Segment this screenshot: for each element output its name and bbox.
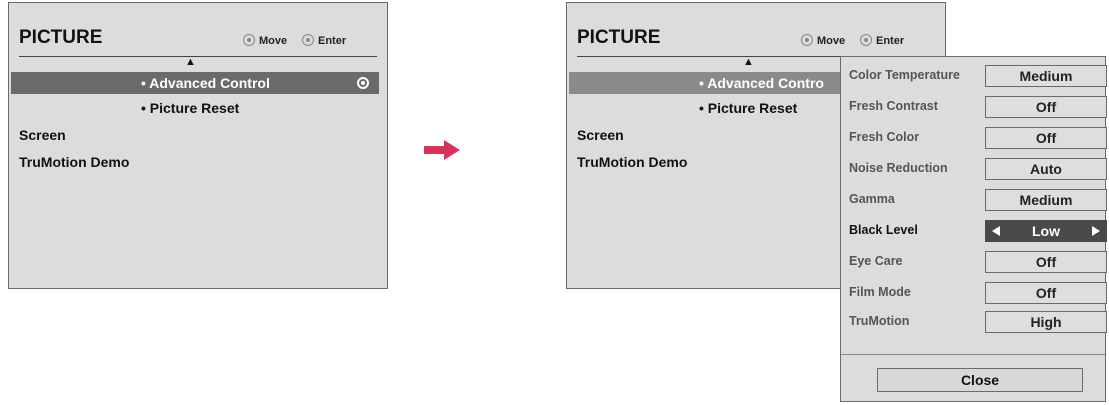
menu-item-label: • Picture Reset <box>699 100 798 116</box>
enter-hint: Enter <box>860 34 904 47</box>
setting-row-fresh-color[interactable]: Fresh Color Off <box>849 127 1107 149</box>
setting-label: Fresh Color <box>849 130 920 144</box>
menu-title: PICTURE <box>19 27 103 48</box>
right-arrow-icon[interactable] <box>1092 226 1100 236</box>
setting-row-fresh-contrast[interactable]: Fresh Contrast Off <box>849 96 1107 118</box>
setting-value[interactable]: Medium <box>985 65 1107 87</box>
setting-value[interactable]: Off <box>985 96 1107 118</box>
move-icon <box>801 34 813 46</box>
enter-icon <box>860 34 872 46</box>
move-hint: Move <box>243 34 287 47</box>
menu-item-label: • Advanced Control <box>141 75 270 91</box>
menu-item-label: TruMotion Demo <box>577 154 688 170</box>
left-arrow-icon[interactable] <box>992 226 1000 236</box>
setting-label: Black Level <box>849 223 918 237</box>
move-label: Move <box>259 35 288 47</box>
header-divider <box>19 56 377 57</box>
setting-row-film-mode[interactable]: Film Mode Off <box>849 282 1107 304</box>
enter-label: Enter <box>318 35 347 47</box>
setting-value[interactable]: Auto <box>985 158 1107 180</box>
setting-row-noise-reduction[interactable]: Noise Reduction Auto <box>849 158 1107 180</box>
setting-label: Film Mode <box>849 285 911 299</box>
menu-item-label: TruMotion Demo <box>19 154 130 170</box>
move-hint: Move <box>801 34 845 47</box>
enter-label: Enter <box>876 35 905 47</box>
menu-item-trumotion-demo[interactable]: TruMotion Demo <box>577 151 687 173</box>
setting-value[interactable]: Off <box>985 282 1107 304</box>
setting-row-black-level[interactable]: Black Level Low <box>849 220 1107 242</box>
setting-label: Eye Care <box>849 254 903 268</box>
scroll-up-icon[interactable]: ▲ <box>185 57 196 68</box>
setting-row-eye-care[interactable]: Eye Care Off <box>849 251 1107 273</box>
enter-radio-icon <box>357 77 369 89</box>
menu-header: PICTURE Move Enter <box>567 3 945 56</box>
setting-value[interactable]: Medium <box>985 189 1107 211</box>
menu-header: PICTURE Move Enter <box>9 3 387 56</box>
setting-row-color-temperature[interactable]: Color Temperature Medium <box>849 65 1107 87</box>
setting-label: TruMotion <box>849 314 910 328</box>
setting-row-gamma[interactable]: Gamma Medium <box>849 189 1107 211</box>
close-button[interactable]: Close <box>877 368 1083 392</box>
setting-row-trumotion[interactable]: TruMotion High <box>849 311 1107 333</box>
menu-item-screen[interactable]: Screen <box>577 124 624 146</box>
submenu-divider <box>841 354 1105 355</box>
move-icon <box>243 34 255 46</box>
menu-item-label: • Advanced Contro <box>699 75 824 91</box>
enter-hint: Enter <box>302 34 346 47</box>
menu-title: PICTURE <box>577 27 661 48</box>
setting-value[interactable]: Off <box>985 251 1107 273</box>
advanced-control-submenu: Color Temperature Medium Fresh Contrast … <box>840 56 1107 402</box>
menu-item-label: Screen <box>577 127 624 143</box>
setting-label: Fresh Contrast <box>849 99 938 113</box>
setting-value[interactable]: Off <box>985 127 1107 149</box>
setting-value-selector[interactable]: Low <box>985 220 1107 242</box>
menu-item-advanced-control[interactable]: • Advanced Control <box>11 72 379 94</box>
transition-arrow-icon <box>422 140 462 160</box>
setting-value: Low <box>1032 223 1060 239</box>
menu-item-label: Screen <box>19 127 66 143</box>
menu-item-screen[interactable]: Screen <box>19 124 66 146</box>
menu-item-label: • Picture Reset <box>141 100 240 116</box>
left-picture-menu: PICTURE Move Enter ▲ • Advanced Control … <box>8 2 388 289</box>
enter-icon <box>302 34 314 46</box>
menu-item-trumotion-demo[interactable]: TruMotion Demo <box>19 151 129 173</box>
menu-item-picture-reset[interactable]: • Picture Reset <box>11 97 379 119</box>
setting-label: Noise Reduction <box>849 161 948 175</box>
setting-label: Gamma <box>849 192 895 206</box>
move-label: Move <box>817 35 846 47</box>
setting-value[interactable]: High <box>985 311 1107 333</box>
setting-label: Color Temperature <box>849 68 960 82</box>
scroll-up-icon[interactable]: ▲ <box>743 57 754 68</box>
